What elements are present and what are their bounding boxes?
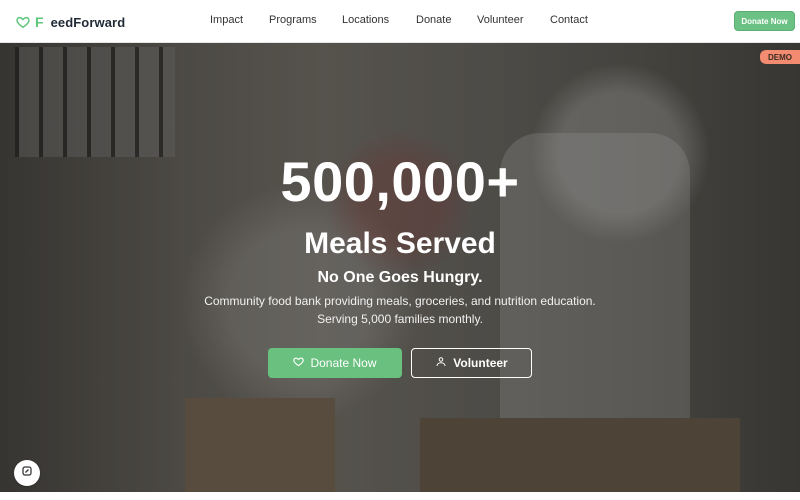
header-donate-button[interactable]: Donate Now xyxy=(734,11,795,31)
volunteer-label: Volunteer xyxy=(453,356,508,370)
hero-description: Community food bank providing meals, gro… xyxy=(204,294,596,326)
hero-headline: 500,000+ xyxy=(280,150,520,213)
hero-tagline: No One Goes Hungry. xyxy=(317,269,483,286)
nav-programs[interactable]: Programs xyxy=(269,14,317,26)
hero-subheadline: Meals Served xyxy=(304,227,496,260)
nav-locations[interactable]: Locations xyxy=(342,14,389,26)
nav-donate[interactable]: Donate xyxy=(416,14,451,26)
demo-badge: DEMO xyxy=(760,50,800,64)
donate-now-button[interactable]: Donate Now xyxy=(268,348,402,378)
next-section-edge xyxy=(0,492,800,500)
site-header: F eedForward Impact Programs Locations D… xyxy=(0,0,800,43)
nav-contact[interactable]: Contact xyxy=(550,14,588,26)
accessibility-icon xyxy=(21,464,33,482)
main-nav: Impact Programs Locations Donate Volunte… xyxy=(0,14,800,30)
nav-impact[interactable]: Impact xyxy=(210,14,243,26)
users-icon xyxy=(435,356,447,371)
volunteer-button[interactable]: Volunteer xyxy=(411,348,532,378)
nav-volunteer[interactable]: Volunteer xyxy=(477,14,523,26)
accessibility-button[interactable] xyxy=(14,460,40,486)
donate-now-label: Donate Now xyxy=(310,356,377,370)
heart-icon xyxy=(293,356,305,370)
